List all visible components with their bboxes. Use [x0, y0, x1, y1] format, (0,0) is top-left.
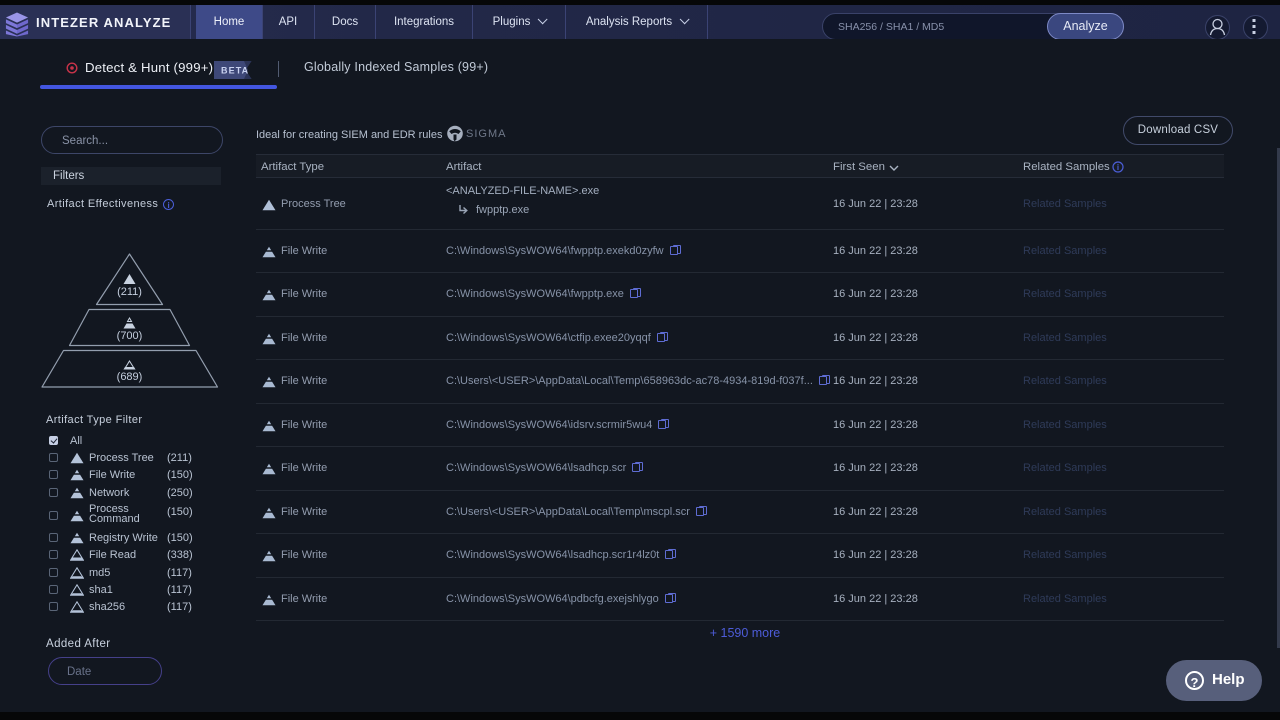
svg-text:(700): (700) [117, 330, 143, 342]
svg-text:BETA: BETA [221, 66, 249, 76]
svg-text:(689): (689) [117, 371, 143, 383]
svg-text:(211): (211) [117, 286, 142, 298]
svg-text:i: i [1117, 163, 1119, 172]
